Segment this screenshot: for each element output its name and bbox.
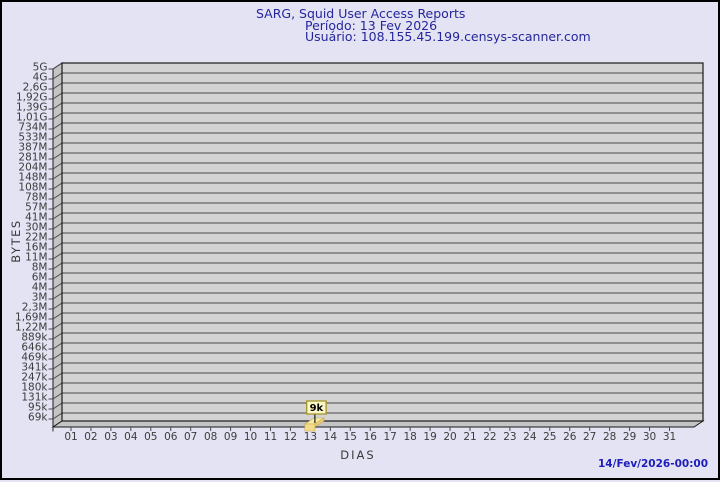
chart-floor (51, 420, 705, 428)
x-tick-label: 15 (344, 431, 357, 443)
x-tick-label: 26 (563, 431, 577, 443)
bytes-per-day-bar-chart: 5G4G2,6G1,92G1,39G1,01G734M533M387M281M2… (15, 62, 705, 443)
x-tick-label: 23 (503, 431, 516, 443)
x-tick-label: 16 (364, 431, 378, 443)
x-tick-label: 03 (104, 431, 117, 443)
x-tick-label: 27 (583, 431, 596, 443)
x-tick-label: 18 (403, 431, 416, 443)
x-tick-label: 01 (64, 431, 77, 443)
x-axis-title: DIAS (340, 448, 376, 462)
x-tick-label: 17 (384, 431, 397, 443)
x-tick-label: 25 (543, 431, 556, 443)
x-tick-label: 21 (463, 431, 476, 443)
x-tick-label: 13 (304, 431, 317, 443)
x-tick-label: 06 (164, 431, 178, 443)
y-tick-label: 69k (28, 412, 48, 424)
x-tick-label: 19 (423, 431, 436, 443)
x-tick-label: 20 (443, 431, 456, 443)
plot-area (62, 63, 703, 421)
x-tick-label: 10 (244, 431, 257, 443)
x-tick-label: 29 (623, 431, 636, 443)
x-tick-label: 24 (523, 431, 537, 443)
x-tick-label: 31 (663, 431, 676, 443)
x-tick-label: 12 (284, 431, 297, 443)
x-tick-label: 28 (603, 431, 616, 443)
bar (304, 423, 316, 432)
x-tick-label: 08 (204, 431, 217, 443)
x-tick-label: 02 (84, 431, 97, 443)
x-tick-label: 07 (184, 431, 197, 443)
x-tick-label: 05 (144, 431, 157, 443)
bar-value-label: 9k (310, 403, 324, 414)
generation-timestamp: 14/Fev/2026-00:00 (598, 458, 708, 470)
sarg-report-page: { "header": { "title": "SARG, Squid User… (0, 0, 720, 480)
x-tick-label: 09 (224, 431, 237, 443)
x-tick-label: 22 (483, 431, 496, 443)
x-tick-label: 04 (124, 431, 138, 443)
x-tick-label: 30 (643, 431, 656, 443)
x-tick-label: 14 (324, 431, 338, 443)
x-tick-label: 11 (264, 431, 277, 443)
